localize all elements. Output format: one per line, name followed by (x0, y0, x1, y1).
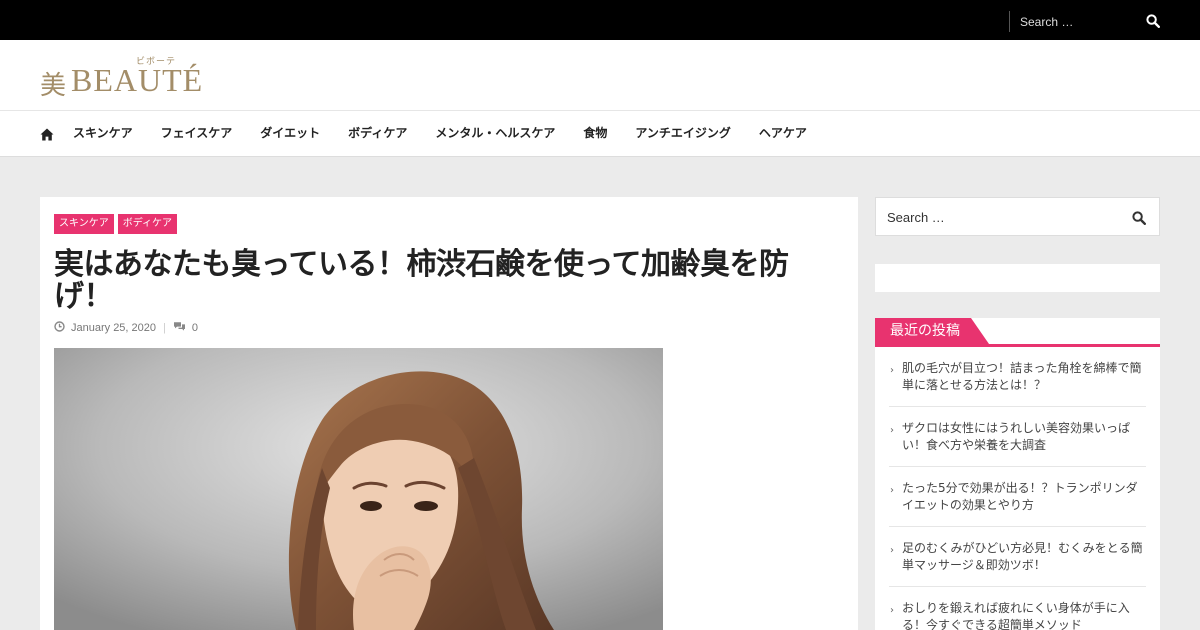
chevron-right-icon: › (890, 545, 894, 556)
list-item: › ザクロは女性にはうれしい美容効果いっぱい！食べ方や栄養を大調査 (889, 407, 1146, 467)
category-tag-skincare[interactable]: スキンケア (54, 214, 114, 234)
search-icon[interactable] (1146, 13, 1164, 31)
chevron-right-icon: › (890, 425, 894, 436)
nav-item-mental-healthcare[interactable]: メンタル・ヘルスケア (421, 111, 569, 157)
category-tag-bodycare[interactable]: ボディケア (117, 214, 178, 234)
chevron-right-icon: › (890, 485, 894, 496)
top-bar (0, 0, 1200, 40)
recent-post-link[interactable]: ザクロは女性にはうれしい美容効果いっぱい！食べ方や栄養を大調査 (902, 420, 1146, 454)
chevron-right-icon: › (890, 365, 894, 376)
logo-ruby: ビボーテ (136, 57, 177, 67)
nav-item-bodycare[interactable]: ボディケア (334, 111, 421, 157)
article-title: 実はあなたも臭っている！柿渋石鹸を使って加齢臭を防げ！ (54, 247, 789, 314)
site-header: 美 BEAUTÉ ビボーテ (0, 40, 1200, 111)
comment-count[interactable]: 0 (192, 322, 198, 334)
nav-item-facecare[interactable]: フェイスケア (147, 111, 247, 157)
site-logo[interactable]: 美 BEAUTÉ ビボーテ (40, 55, 204, 101)
list-item: › おしりを鍛えれば疲れにくい身体が手に入る！今すぐできる超簡単メソッド (889, 587, 1146, 630)
chevron-right-icon: › (890, 605, 894, 616)
category-tags: スキンケア ボディケア (54, 214, 178, 234)
article-card: スキンケア ボディケア 実はあなたも臭っている！柿渋石鹸を使って加齢臭を防げ！ … (40, 197, 858, 630)
article-date[interactable]: January 25, 2020 (71, 322, 156, 334)
recent-posts-widget: 最近の投稿 › 肌の毛穴が目立つ！詰まった角栓を綿棒で簡単に落とせる方法とは！？… (875, 318, 1160, 630)
nav-item-diet[interactable]: ダイエット (246, 111, 334, 157)
recent-posts-header: 最近の投稿 (875, 318, 1160, 347)
nav-item-antiaging[interactable]: アンチエイジング (621, 111, 745, 157)
recent-post-link[interactable]: 足のむくみがひどい方必見！むくみをとる簡単マッサージ＆即効ツボ！ (902, 540, 1146, 574)
nav-item-skincare[interactable]: スキンケア (59, 111, 147, 157)
recent-post-link[interactable]: 肌の毛穴が目立つ！詰まった角栓を綿棒で簡単に落とせる方法とは！？ (902, 360, 1146, 394)
nav-list: スキンケア フェイスケア ダイエット ボディケア メンタル・ヘルスケア 食物 ア… (59, 111, 821, 157)
main-nav: スキンケア フェイスケア ダイエット ボディケア メンタル・ヘルスケア 食物 ア… (0, 111, 1200, 157)
featured-image (54, 348, 663, 630)
nav-item-haircare[interactable]: ヘアケア (745, 111, 821, 157)
home-icon[interactable] (40, 126, 54, 141)
list-item: › 肌の毛穴が目立つ！詰まった角栓を綿棒で簡単に落とせる方法とは！？ (889, 347, 1146, 407)
recent-post-link[interactable]: たった5分で効果が出る！？トランポリンダイエットの効果とやり方 (902, 480, 1146, 514)
sidebar-search-icon[interactable] (1132, 210, 1147, 226)
sidebar-widget-empty (875, 264, 1160, 292)
logo-text: BEAUTÉ (71, 62, 204, 98)
article-meta: January 25, 2020 | 0 (54, 321, 198, 335)
list-item: › たった5分で効果が出る！？トランポリンダイエットの効果とやり方 (889, 467, 1146, 527)
clock-icon (54, 321, 65, 335)
meta-divider: | (163, 322, 166, 334)
comments-icon (173, 321, 186, 335)
nav-item-food[interactable]: 食物 (569, 111, 621, 157)
top-search-form (1009, 11, 1169, 32)
logo-kanji: 美 (40, 71, 67, 101)
list-item: › 足のむくみがひどい方必見！むくみをとる簡単マッサージ＆即効ツボ！ (889, 527, 1146, 587)
recent-posts-title: 最近の投稿 (875, 318, 989, 344)
recent-posts-list: › 肌の毛穴が目立つ！詰まった角栓を綿棒で簡単に落とせる方法とは！？ › ザクロ… (889, 347, 1146, 630)
recent-post-link[interactable]: おしりを鍛えれば疲れにくい身体が手に入る！今すぐできる超簡単メソッド (902, 600, 1146, 630)
sidebar-search-form (875, 197, 1160, 236)
top-search-input[interactable] (1020, 12, 1130, 31)
sidebar-search-input[interactable] (887, 207, 1107, 227)
